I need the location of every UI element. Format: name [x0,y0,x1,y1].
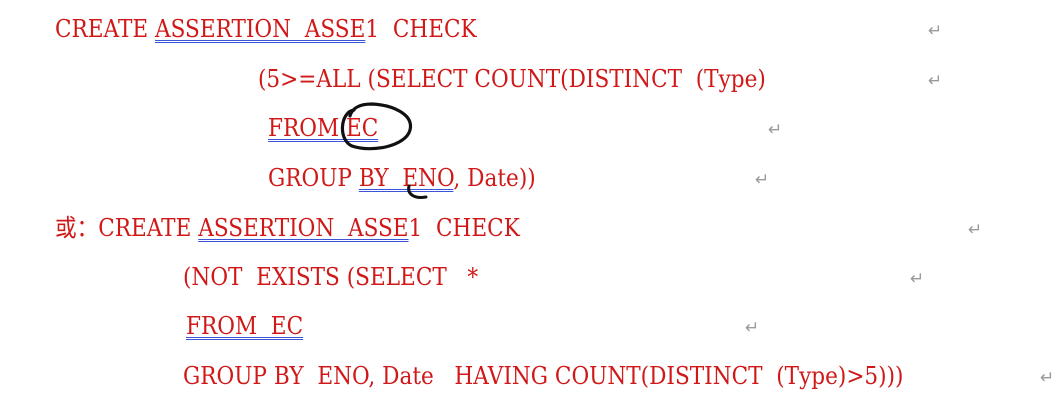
handwritten-annotations [340,102,428,199]
circle-around-ec-icon [340,102,412,151]
hook-under-eno-icon [407,184,428,199]
